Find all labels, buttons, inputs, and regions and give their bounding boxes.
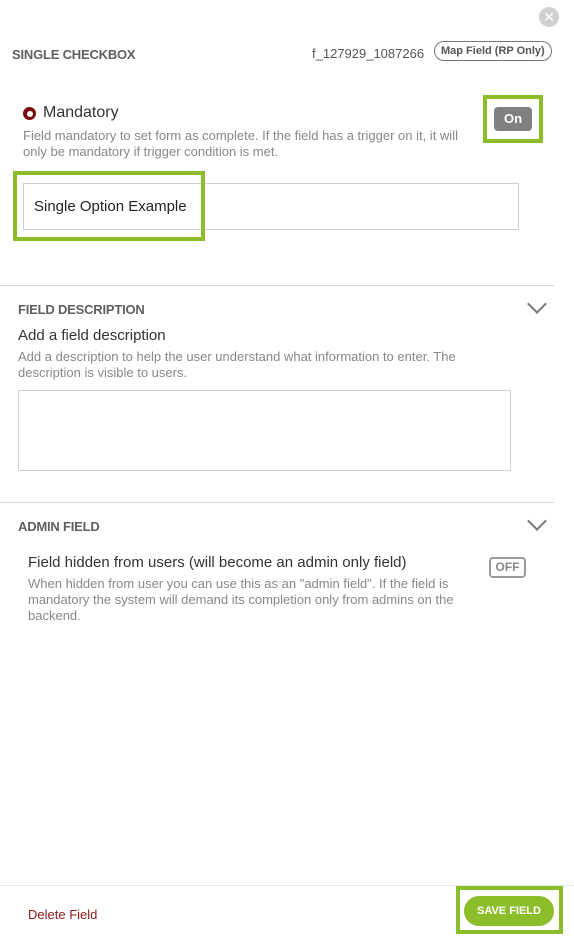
divider <box>0 502 554 503</box>
field-description-textarea[interactable] <box>18 390 511 471</box>
field-description-help: Add a description to help the user under… <box>18 349 456 380</box>
admin-field-help: When hidden from user you can use this a… <box>28 576 454 623</box>
option-input-highlight <box>13 171 205 241</box>
admin-field-toggle[interactable]: OFF <box>489 557 526 578</box>
field-description-subheading: Add a field description <box>18 327 166 344</box>
save-field-button[interactable]: SAVE FIELD <box>464 896 554 926</box>
chevron-down-icon[interactable] <box>527 294 547 314</box>
field-id: f_127929_1087266 <box>312 46 425 61</box>
map-field-button[interactable]: Map Field (RP Only) <box>434 41 552 61</box>
mandatory-radio-icon[interactable] <box>23 107 36 120</box>
mandatory-label: Mandatory <box>43 104 119 121</box>
admin-field-title: ADMIN FIELD <box>18 519 100 534</box>
panel-title: SINGLE CHECKBOX <box>12 47 136 62</box>
chevron-down-icon[interactable] <box>527 511 547 531</box>
field-description-title: FIELD DESCRIPTION <box>18 302 145 317</box>
mandatory-toggle[interactable]: On <box>494 107 532 131</box>
delete-field-link[interactable]: Delete Field <box>28 907 97 922</box>
mandatory-description: Field mandatory to set form as complete.… <box>23 128 458 159</box>
admin-field-label: Field hidden from users (will become an … <box>28 554 407 571</box>
close-icon[interactable]: ✕ <box>539 7 559 27</box>
divider <box>0 285 554 286</box>
